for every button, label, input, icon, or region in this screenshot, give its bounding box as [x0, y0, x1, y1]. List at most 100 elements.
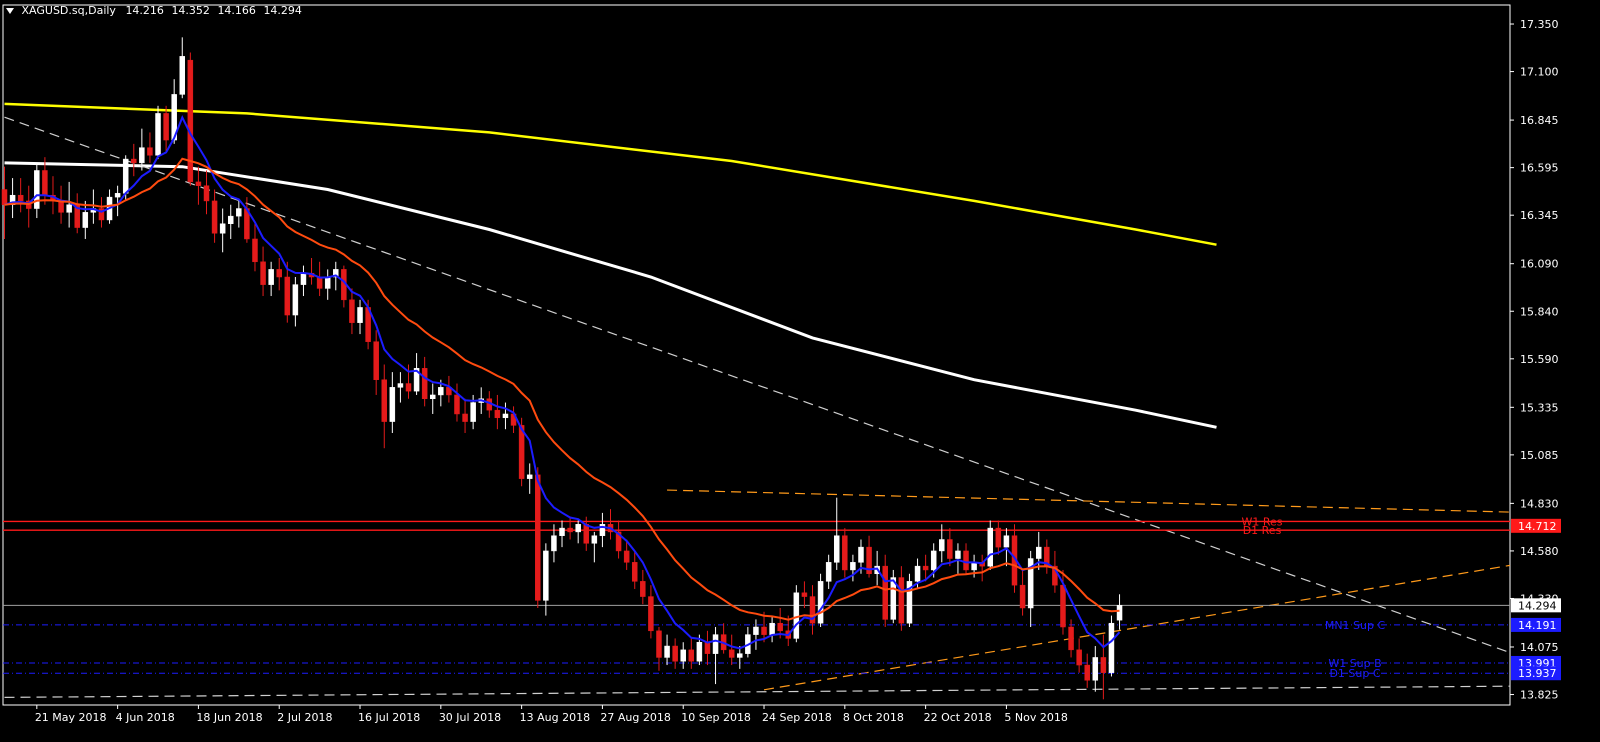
candle — [1068, 626, 1074, 651]
candle — [526, 474, 533, 479]
x-tick-label: 18 Jun 2018 — [196, 711, 262, 724]
candle — [373, 341, 379, 380]
y-tick-label: 15.590 — [1520, 353, 1559, 366]
candle — [163, 113, 169, 141]
candle — [292, 284, 299, 316]
candle — [728, 649, 735, 658]
candle — [930, 550, 937, 571]
x-tick-label: 10 Sep 2018 — [681, 711, 751, 724]
x-tick-label: 13 Aug 2018 — [520, 711, 590, 724]
candle — [623, 550, 630, 563]
x-tick-label: 5 Nov 2018 — [1004, 711, 1067, 724]
candle — [300, 272, 307, 285]
candle — [122, 158, 129, 194]
candle — [260, 261, 266, 285]
price-tag-label: 14.191 — [1518, 619, 1557, 632]
candle — [66, 204, 72, 213]
y-tick-label: 16.845 — [1520, 114, 1559, 127]
candle — [219, 223, 226, 234]
candle — [462, 413, 468, 422]
candle — [1019, 584, 1026, 609]
trendline — [763, 564, 1511, 691]
trendline — [667, 489, 1511, 513]
candle — [672, 645, 678, 662]
price-chart[interactable]: 17.350 17.100 16.845 16.595 16.345 16.090 15.8… — [0, 0, 1600, 742]
candle — [898, 577, 905, 624]
candle — [147, 147, 153, 156]
candle — [858, 546, 864, 563]
candle — [850, 562, 856, 571]
current-price-label: 14.294 — [1518, 599, 1557, 612]
candle — [276, 269, 282, 278]
y-tick-label: 15.335 — [1520, 401, 1559, 414]
x-tick-label: 24 Sep 2018 — [762, 711, 832, 724]
candle — [131, 158, 137, 164]
plot-frame — [2, 4, 1511, 706]
candle — [575, 524, 581, 533]
y-tick-label: 15.840 — [1520, 305, 1559, 318]
candle — [203, 185, 210, 202]
candle — [1035, 546, 1042, 559]
y-tick-label: 14.830 — [1520, 497, 1559, 510]
candle — [769, 622, 775, 635]
candle — [1100, 657, 1107, 673]
x-tick-label: 2 Jul 2018 — [277, 711, 332, 724]
candle — [397, 383, 404, 388]
y-tick-label: 17.350 — [1520, 18, 1559, 31]
candle — [914, 565, 921, 582]
candle — [922, 565, 929, 571]
candle — [1003, 535, 1010, 548]
candle — [947, 539, 953, 559]
candle — [268, 269, 274, 285]
candle — [640, 581, 646, 597]
candle — [139, 147, 145, 164]
y-tick-label: 14.075 — [1520, 641, 1559, 654]
candle — [381, 379, 388, 422]
y-tick-label: 16.345 — [1520, 209, 1559, 222]
candle — [195, 181, 202, 186]
candle — [995, 527, 1002, 548]
candle — [454, 394, 460, 415]
candle — [82, 212, 89, 228]
price-tag-label: 13.937 — [1518, 667, 1557, 680]
x-tick-label: 22 Oct 2018 — [924, 711, 992, 724]
candle — [405, 383, 412, 392]
candle — [680, 649, 686, 662]
candle — [712, 634, 719, 654]
candle — [114, 193, 121, 198]
candle — [737, 653, 743, 658]
candle — [58, 200, 64, 213]
trendline — [4, 685, 1511, 698]
candle — [842, 535, 848, 571]
candle — [559, 527, 565, 536]
price-tag-label: 14.712 — [1518, 520, 1557, 533]
candle — [421, 368, 428, 399]
candle — [316, 276, 323, 289]
candle — [1, 189, 8, 205]
candle — [357, 307, 363, 323]
x-tick-label: 30 Jul 2018 — [439, 711, 501, 724]
candle — [963, 550, 969, 571]
candle — [236, 208, 242, 217]
x-tick-label: 21 May 2018 — [35, 711, 107, 724]
y-tick-label: 17.100 — [1520, 66, 1559, 79]
candle — [34, 170, 40, 209]
candle — [1116, 605, 1123, 621]
candle — [817, 581, 824, 624]
candle — [688, 649, 695, 662]
y-tick-label: 16.090 — [1520, 258, 1559, 271]
candle — [1060, 584, 1066, 628]
candle — [939, 539, 945, 552]
candle — [753, 626, 759, 635]
candle — [882, 565, 888, 620]
candle — [543, 550, 549, 601]
candle — [656, 630, 662, 658]
candle — [955, 550, 961, 559]
candle — [324, 276, 331, 289]
trendline — [4, 116, 1511, 654]
candle — [833, 535, 840, 563]
candle — [155, 113, 161, 156]
candle — [591, 535, 598, 544]
candle — [535, 474, 541, 601]
candle — [696, 641, 703, 662]
